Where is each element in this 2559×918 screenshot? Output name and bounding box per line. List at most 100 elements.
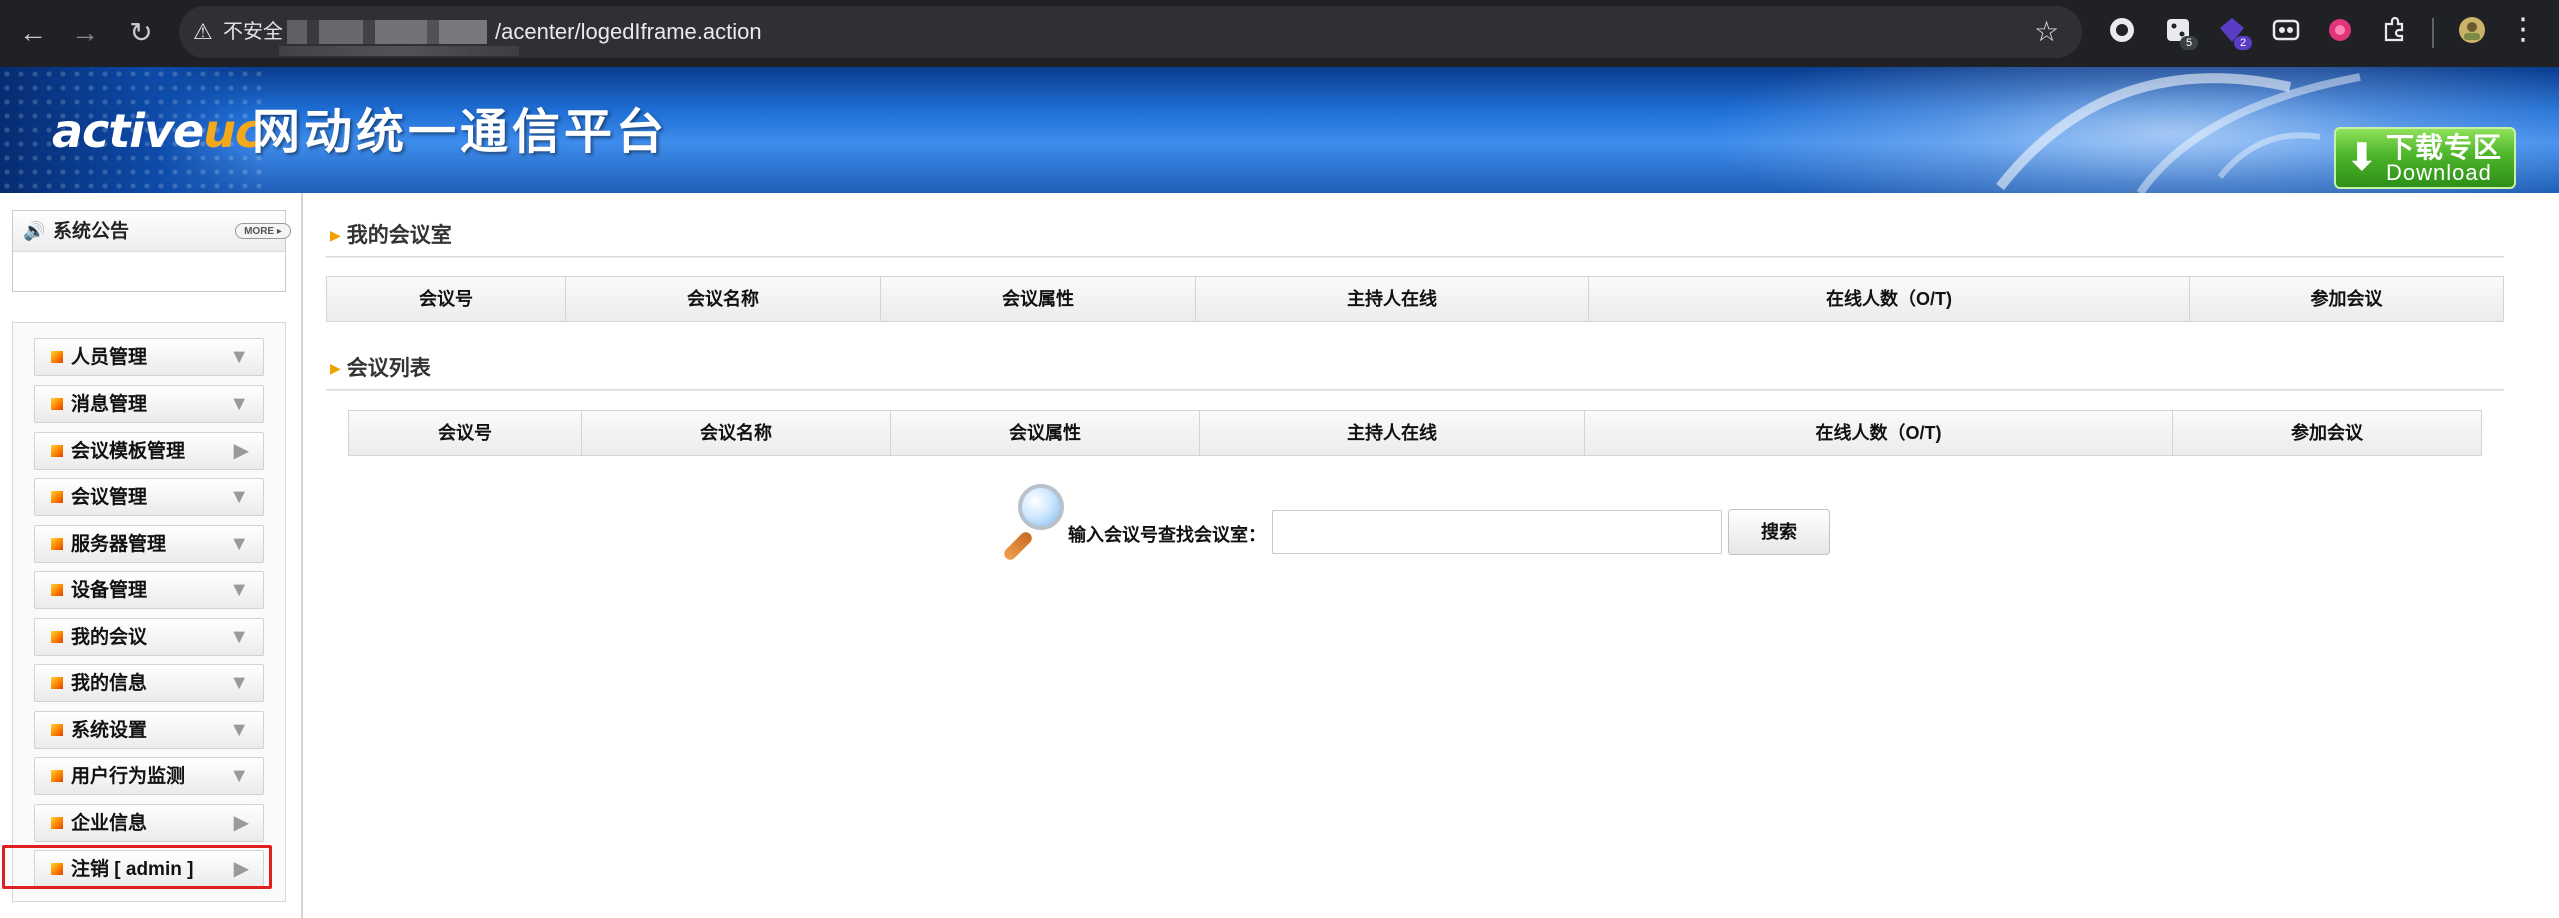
profile-avatar[interactable] xyxy=(2458,16,2486,44)
menu-label: 我的信息 xyxy=(71,673,148,694)
menu-item-meeting-templates[interactable]: 会议模板管理 ▶ xyxy=(34,432,264,470)
reload-icon[interactable]: ↻ xyxy=(122,14,160,52)
menu-item-user-behavior[interactable]: 用户行为监测 ▼ xyxy=(34,757,264,795)
col-host-online[interactable]: 主持人在线 xyxy=(1196,277,1589,321)
meeting-list-table-header: 会议号 会议名称 会议属性 主持人在线 在线人数（O/T) 参加会议 xyxy=(348,410,2482,456)
bullet-icon xyxy=(51,584,63,596)
menu-label: 企业信息 xyxy=(71,813,148,834)
search-button[interactable]: 搜索 xyxy=(1728,509,1830,555)
download-button[interactable]: ⬇ 下载专区 Download xyxy=(2334,127,2516,189)
section-divider xyxy=(326,256,2504,258)
col-join-meeting[interactable]: 参加会议 xyxy=(2190,277,2503,321)
chevron-down-icon: ▼ xyxy=(229,626,249,648)
my-rooms-title: ▶ 我的会议室 xyxy=(330,224,452,247)
bullet-icon xyxy=(51,724,63,736)
chevron-down-icon: ▼ xyxy=(229,719,249,741)
redacted-host xyxy=(287,20,487,44)
back-icon[interactable]: ← xyxy=(14,14,52,52)
speaker-icon: 🔊 xyxy=(23,221,46,241)
menu-item-servers[interactable]: 服务器管理 ▼ xyxy=(34,525,264,563)
menu-item-meetings[interactable]: 会议管理 ▼ xyxy=(34,478,264,516)
notice-title: 系统公告 xyxy=(53,221,130,242)
chevron-down-icon: ▼ xyxy=(229,672,249,694)
chevron-right-icon: ▶ xyxy=(233,812,249,834)
col-meeting-name[interactable]: 会议名称 xyxy=(582,411,891,455)
menu-item-company-info[interactable]: 企业信息 ▶ xyxy=(34,804,264,842)
security-label[interactable]: 不安全 xyxy=(223,19,283,45)
activeuc-logo: activeuc xyxy=(52,104,262,158)
chevron-down-icon: ▼ xyxy=(229,393,249,415)
warning-icon[interactable]: ⚠ xyxy=(193,19,213,45)
menu-label: 系统设置 xyxy=(71,720,148,741)
logout-highlight-box xyxy=(2,845,272,889)
col-meeting-name[interactable]: 会议名称 xyxy=(566,277,881,321)
download-label-en: Download xyxy=(2386,160,2492,185)
extension-gem-icon[interactable]: 2 xyxy=(2218,16,2252,50)
system-notice-panel: 🔊 系统公告 MORE ▸ xyxy=(12,210,291,292)
forward-icon[interactable]: → xyxy=(66,14,104,52)
bullet-icon xyxy=(51,817,63,829)
menu-item-devices[interactable]: 设备管理 ▼ xyxy=(34,571,264,609)
bullet-icon xyxy=(51,398,63,410)
menu-label: 我的会议 xyxy=(71,627,148,648)
extension-dice-icon[interactable]: 5 xyxy=(2164,16,2198,50)
col-host-online[interactable]: 主持人在线 xyxy=(1200,411,1585,455)
extension-record-icon[interactable] xyxy=(2108,16,2136,44)
chevron-down-icon: ▼ xyxy=(229,533,249,555)
platform-title: 网动统一通信平台 xyxy=(252,106,669,159)
menu-item-messages[interactable]: 消息管理 ▼ xyxy=(34,385,264,423)
more-button[interactable]: MORE ▸ xyxy=(235,223,291,239)
notice-header: 🔊 系统公告 MORE ▸ xyxy=(13,211,291,252)
my-rooms-table-header: 会议号 会议名称 会议属性 主持人在线 在线人数（O/T) 参加会议 xyxy=(326,276,2504,322)
bullet-icon xyxy=(51,491,63,503)
col-meeting-attr[interactable]: 会议属性 xyxy=(891,411,1200,455)
col-meeting-no[interactable]: 会议号 xyxy=(327,277,566,321)
redacted-host-shadow xyxy=(279,46,519,56)
url-text[interactable]: /acenter/logedIframe.action xyxy=(495,18,762,46)
extension-badge: 5 xyxy=(2180,36,2198,50)
menu-item-my-meetings[interactable]: 我的会议 ▼ xyxy=(34,618,264,656)
chevron-down-icon: ▼ xyxy=(229,346,249,368)
col-online-count[interactable]: 在线人数（O/T) xyxy=(1585,411,2173,455)
bookmark-star-icon[interactable]: ☆ xyxy=(2034,16,2059,48)
triangle-bullet-icon: ▶ xyxy=(330,227,341,243)
magnifier-icon xyxy=(996,482,1068,563)
search-label: 输入会议号查找会议室： xyxy=(1068,525,1266,545)
menu-item-personnel[interactable]: 人员管理 ▼ xyxy=(34,338,264,376)
bullet-icon xyxy=(51,770,63,782)
chevron-down-icon: ▼ xyxy=(229,765,249,787)
menu-item-my-info[interactable]: 我的信息 ▼ xyxy=(34,664,264,702)
extension-glasses-icon[interactable] xyxy=(2272,16,2300,44)
address-bar[interactable]: ⚠ 不安全 /acenter/logedIframe.action ☆ xyxy=(179,6,2082,58)
meeting-list-title: ▶ 会议列表 xyxy=(330,357,431,380)
meeting-number-input[interactable] xyxy=(1272,510,1722,554)
menu-label: 消息管理 xyxy=(71,394,148,415)
app-banner: activeuc 网动统一通信平台 ⬇ 下载专区 Download xyxy=(0,67,2559,193)
col-meeting-no[interactable]: 会议号 xyxy=(349,411,582,455)
bullet-icon xyxy=(51,677,63,689)
room-search: 输入会议号查找会议室： 搜索 xyxy=(996,482,1836,563)
chevron-down-icon: ▼ xyxy=(229,579,249,601)
toolbar-divider xyxy=(2432,18,2434,48)
section-divider xyxy=(326,389,2504,391)
col-join-meeting[interactable]: 参加会议 xyxy=(2173,411,2481,455)
extension-badge: 2 xyxy=(2234,36,2252,50)
download-label: 下载专区 xyxy=(2386,132,2503,163)
browser-toolbar: ← → ↻ ⚠ 不安全 /acenter/logedIframe.action … xyxy=(0,0,2559,67)
col-meeting-attr[interactable]: 会议属性 xyxy=(881,277,1196,321)
menu-label: 设备管理 xyxy=(71,580,148,601)
menu-label: 会议管理 xyxy=(71,487,148,508)
menu-label: 用户行为监测 xyxy=(71,766,186,787)
browser-menu-icon[interactable]: ⋮ xyxy=(2508,8,2538,52)
bullet-icon xyxy=(51,351,63,363)
extension-flower-icon[interactable] xyxy=(2326,16,2354,44)
extensions-puzzle-icon[interactable] xyxy=(2380,16,2408,44)
menu-label: 会议模板管理 xyxy=(71,441,186,462)
chevron-right-icon: ▶ xyxy=(233,440,249,462)
triangle-bullet-icon: ▶ xyxy=(330,360,341,376)
menu-label: 人员管理 xyxy=(71,347,148,368)
bullet-icon xyxy=(51,631,63,643)
col-online-count[interactable]: 在线人数（O/T) xyxy=(1589,277,2190,321)
chevron-down-icon: ▼ xyxy=(229,486,249,508)
menu-item-system-settings[interactable]: 系统设置 ▼ xyxy=(34,711,264,749)
